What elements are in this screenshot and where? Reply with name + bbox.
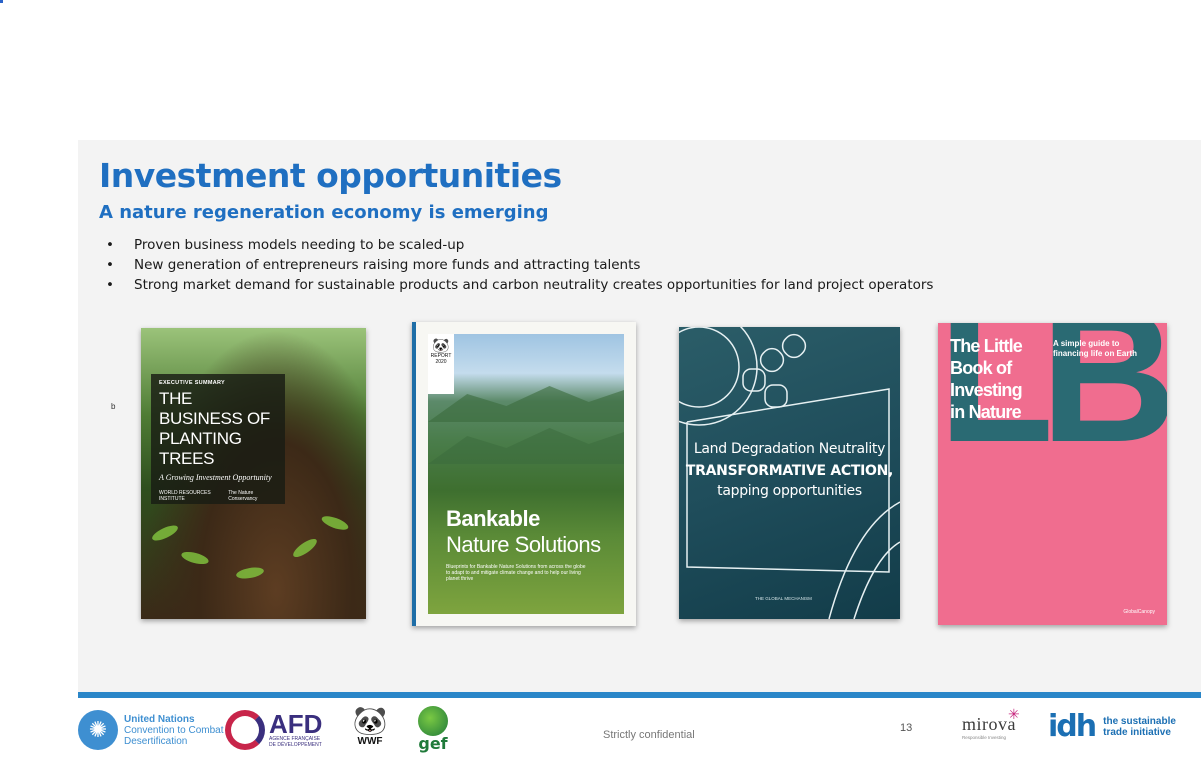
- afd-logo: AFD AGENCE FRANÇAISE DE DÉVELOPPEMENT: [225, 710, 322, 750]
- cover-logos: WORLD RESOURCES INSTITUTE The Nature Con…: [159, 490, 277, 502]
- cover-title-line: Land Degradation Neutrality: [693, 441, 886, 457]
- idh-text: idh: [1048, 709, 1097, 744]
- cover-title-line: Investing: [950, 380, 1023, 400]
- cover-kicker: EXECUTIVE SUMMARY: [159, 380, 226, 386]
- badge-year: 2020: [435, 359, 447, 365]
- idh-tagline-line: trade initiative: [1103, 727, 1171, 738]
- idh-logo: idh the sustainable trade initiative: [1048, 712, 1176, 742]
- cover-footer-logo: THE GLOBAL MECHANISM: [755, 596, 812, 601]
- un-globe-icon: ✺: [78, 710, 118, 750]
- window-corner-marker: [0, 0, 3, 3]
- cover-land-degradation-neutrality[interactable]: Land Degradation Neutrality TRANSFORMATI…: [679, 327, 900, 619]
- cover-tagline-line: A simple guide to: [1053, 339, 1120, 348]
- cover-title: The Little Book of Investing in Nature: [950, 335, 1023, 423]
- page-subtitle: A nature regeneration economy is emergin…: [99, 202, 549, 223]
- gef-logo: gef: [413, 706, 453, 752]
- wwf-report-badge: 🐼 REPORT 2020: [428, 334, 454, 394]
- page-number: 13: [900, 722, 913, 734]
- cover-title-panel: EXECUTIVE SUMMARY THE BUSINESS OF PLANTI…: [151, 374, 285, 504]
- unccd-line: Convention to Combat: [124, 724, 224, 736]
- unccd-line: United Nations: [124, 713, 195, 725]
- slide: Investment opportunities A nature regene…: [78, 140, 1201, 694]
- leaf-decoration: [235, 565, 265, 581]
- panda-icon: 🐼: [432, 337, 450, 353]
- afd-small: DE DÉVELOPPEMENT: [269, 742, 322, 748]
- gef-globe-icon: [418, 706, 448, 736]
- cover-title-line: The Little: [950, 336, 1023, 356]
- cover-footer-logo: GlobalCanopy: [1123, 609, 1155, 615]
- wwf-logo: 🐼 WWF: [352, 705, 388, 748]
- cover-title-line: Book of: [950, 358, 1012, 378]
- bullet-item: Proven business models needing to be sca…: [106, 235, 933, 255]
- leaf-decoration: [290, 535, 320, 561]
- wwf-text: WWF: [357, 736, 383, 747]
- mirova-star-icon: ✳: [1008, 706, 1020, 722]
- cover-bankable-nature-solutions[interactable]: 🐼 REPORT 2020 Bankable Nature Solutions …: [412, 322, 636, 626]
- unccd-text: United Nations Convention to Combat Dese…: [124, 714, 224, 747]
- page-title: Investment opportunities: [99, 156, 562, 195]
- confidential-label: Strictly confidential: [603, 729, 695, 741]
- gef-text: gef: [418, 734, 448, 753]
- cover-subtitle: A Growing Investment Opportunity: [159, 473, 272, 482]
- idh-tagline: the sustainable trade initiative: [1103, 716, 1176, 738]
- mirova-tagline: Responsible Investing: [962, 735, 1007, 740]
- leaf-decoration: [320, 513, 350, 533]
- idh-tagline-line: the sustainable: [1103, 716, 1176, 727]
- wri-logo: WORLD RESOURCES INSTITUTE: [159, 490, 211, 502]
- mountain-ridge: [428, 428, 624, 464]
- cover-tagline-line: financing life on Earth: [1053, 349, 1138, 358]
- cover-little-book-of-investing-in-nature[interactable]: LB IN The Little Book of Investing in Na…: [938, 323, 1167, 625]
- cursor-mark: b: [111, 402, 116, 411]
- slide-footer: ✺ United Nations Convention to Combat De…: [0, 698, 1201, 759]
- unccd-line: Desertification: [124, 735, 188, 747]
- tnc-logo: The Nature Conservancy: [228, 490, 258, 502]
- cover-title-line: Bankable: [446, 506, 540, 531]
- cover-business-of-planting-trees[interactable]: EXECUTIVE SUMMARY THE BUSINESS OF PLANTI…: [141, 328, 366, 619]
- leaf-decoration: [180, 549, 210, 567]
- cover-title-line: TRANSFORMATIVE ACTION,: [685, 463, 894, 479]
- bullet-list: Proven business models needing to be sca…: [106, 235, 933, 295]
- afd-word: AFD: [269, 709, 323, 739]
- cover-title-line: Nature Solutions: [446, 532, 601, 557]
- mirova-logo: ✳ mirova Responsible Investing: [962, 706, 1020, 740]
- mountain-ridge: [428, 386, 624, 422]
- panda-icon: 🐼: [352, 705, 388, 736]
- bullet-item: Strong market demand for sustainable pro…: [106, 275, 933, 295]
- cover-title-line: in Nature: [950, 402, 1022, 422]
- afd-text: AFD AGENCE FRANÇAISE DE DÉVELOPPEMENT: [269, 709, 323, 748]
- unccd-logo: ✺ United Nations Convention to Combat De…: [78, 710, 224, 750]
- cover-title-line: PLANTING TREES: [159, 429, 242, 468]
- cover-blurb: Blueprints for Bankable Nature Solutions…: [446, 564, 586, 582]
- cover-title-line: tapping opportunities: [717, 483, 862, 499]
- cover-title-line: THE BUSINESS OF: [159, 389, 271, 428]
- afd-ring-icon: [225, 710, 265, 750]
- leaf-decoration: [150, 522, 180, 544]
- bullet-item: New generation of entrepreneurs raising …: [106, 255, 933, 275]
- cover-tagline: A simple guide to financing life on Eart…: [1053, 339, 1137, 359]
